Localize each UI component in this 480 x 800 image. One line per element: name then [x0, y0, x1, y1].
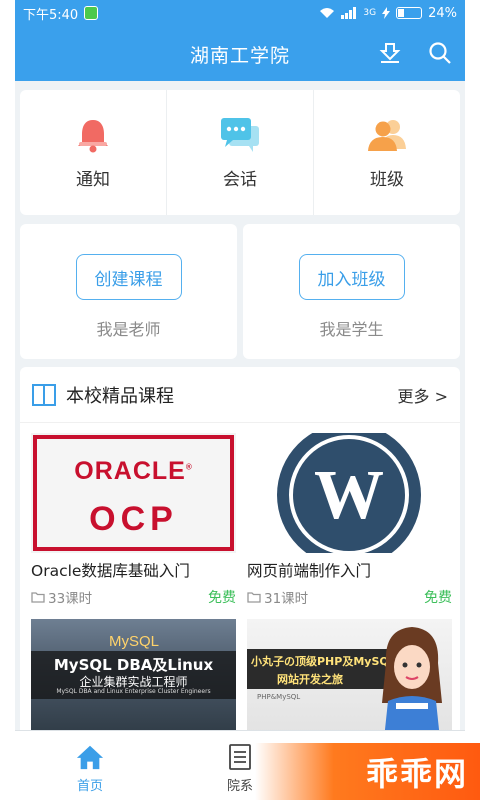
course-thumbnail: MySQL MySQL DBA及Linux 企业集群实战工程师 MySQL DB… [31, 619, 236, 739]
status-bar: 下午5:40 3G 24% [15, 0, 465, 26]
banner-line2: 网站开发之旅 [277, 673, 343, 686]
course-lessons: 33课时 [48, 591, 93, 607]
app-notification-icon [84, 6, 99, 20]
course-price: 免费 [424, 590, 452, 606]
signal-icon [341, 7, 357, 19]
character-illustration [382, 627, 442, 739]
banner-line1: 小丸子の顶级PHP及MySQL [251, 655, 396, 668]
quick-action-chat[interactable]: 会话 [167, 90, 314, 215]
chat-icon [221, 118, 259, 152]
teacher-subtitle: 我是老师 [96, 320, 161, 339]
student-card: 加入班级 我是学生 [243, 224, 460, 359]
search-button[interactable] [425, 38, 455, 68]
banner-small: PHP&MySQL [257, 693, 301, 701]
quick-action-notice[interactable]: 通知 [20, 90, 167, 215]
watermark-text: 乖乖网 [365, 754, 468, 793]
status-time: 下午5:40 [23, 7, 79, 23]
course-lessons: 31课时 [264, 591, 309, 607]
download-icon [379, 43, 401, 63]
battery-icon [396, 7, 423, 19]
join-class-button[interactable]: 加入班级 [298, 254, 405, 300]
app-screen: 下午5:40 3G 24% 湖南工学院 通知 会话 班级 创建课程 我是老师 加… [15, 0, 465, 800]
course-price: 免费 [208, 590, 236, 606]
course-card-php[interactable]: 小丸子の顶级PHP及MySQL 网站开发之旅 PHP&MySQL [247, 619, 452, 739]
course-card-mysql[interactable]: MySQL MySQL DBA及Linux 企业集群实战工程师 MySQL DB… [31, 619, 236, 739]
quick-action-label: 通知 [76, 170, 110, 190]
course-card-oracle[interactable]: ORACLE® OCP Oracle数据库基础入门 33课时 免费 [31, 433, 236, 607]
wifi-icon [320, 8, 335, 18]
featured-courses-card: 本校精品课程 更多 > ORACLE® OCP Oracle数据库基础入门 33… [20, 367, 460, 767]
quick-actions-card: 通知 会话 班级 [20, 90, 460, 215]
search-icon [429, 42, 451, 64]
section-title: 本校精品课程 [66, 385, 174, 407]
teacher-card: 创建课程 我是老师 [20, 224, 237, 359]
quick-action-class[interactable]: 班级 [314, 90, 460, 215]
quick-action-label: 班级 [370, 170, 404, 190]
book-icon [32, 383, 56, 406]
tab-label: 首页 [76, 779, 103, 794]
tab-label: 院系 [226, 779, 253, 794]
course-thumbnail: ORACLE® OCP [31, 433, 236, 553]
document-icon [229, 744, 251, 770]
home-icon [76, 745, 104, 770]
app-header: 湖南工学院 [15, 26, 465, 81]
quick-action-label: 会话 [223, 170, 257, 190]
more-link[interactable]: 更多 > [398, 383, 449, 407]
course-title: 网页前端制作入门 [247, 562, 372, 580]
folder-icon [247, 592, 261, 603]
people-icon [368, 120, 406, 151]
tab-home[interactable]: 首页 [15, 731, 165, 800]
watermark-logo: 乖乖网 [255, 743, 480, 800]
download-button[interactable] [375, 38, 405, 68]
section-header: 本校精品课程 更多 > [20, 367, 460, 423]
network-type: 3G [363, 8, 377, 18]
oracle-ocp-logo: ORACLE® OCP [33, 435, 234, 551]
course-thumbnail: W [247, 433, 452, 553]
charging-icon [382, 7, 391, 19]
course-thumbnail: 小丸子の顶级PHP及MySQL 网站开发之旅 PHP&MySQL [247, 619, 452, 739]
banner-main: MySQL DBA及Linux [53, 656, 214, 674]
course-title: Oracle数据库基础入门 [31, 562, 190, 580]
student-subtitle: 我是学生 [319, 320, 384, 339]
svg-text:W: W [314, 457, 384, 534]
banner-en: MySQL DBA and Linux Enterprise Cluster E… [56, 688, 211, 695]
course-card-web[interactable]: W 网页前端制作入门 31课时 免费 [247, 433, 452, 607]
folder-icon [31, 592, 45, 603]
bell-icon [78, 120, 108, 153]
mysql-logo: MySQL [109, 633, 160, 650]
wordpress-logo: W [277, 433, 421, 553]
create-course-button[interactable]: 创建课程 [75, 254, 182, 300]
battery-percent: 24% [428, 5, 457, 21]
